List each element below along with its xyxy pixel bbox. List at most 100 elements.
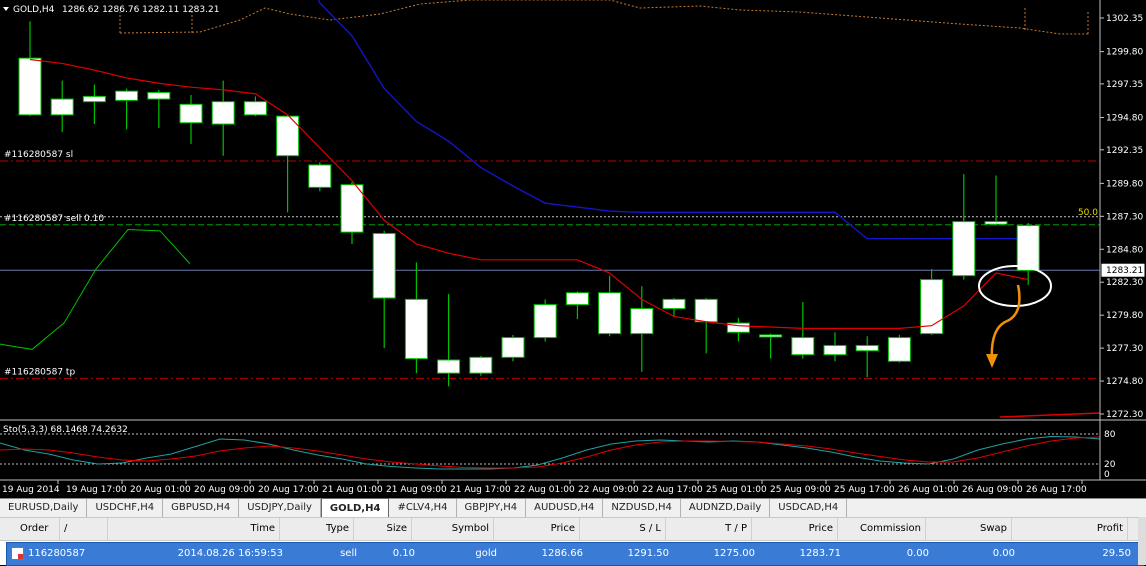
price-label: 1302.35	[1106, 14, 1143, 24]
candlestick[interactable]	[340, 184, 364, 233]
tab-audusd-h4[interactable]: AUDUSD,H4	[526, 499, 604, 517]
column-header-11[interactable]: Commission	[838, 518, 926, 540]
tab-usdjpy-daily[interactable]: USDJPY,Daily	[239, 499, 321, 517]
profit-cell: 29.50	[1102, 548, 1131, 559]
table-row[interactable]: 116280587 2014.08.26 16:59:53 sell 0.10 …	[6, 542, 1144, 566]
chart-title: GOLD,H4	[13, 5, 55, 15]
tab-nzdusd-h4[interactable]: NZDUSD,H4	[603, 499, 681, 517]
type-cell: sell	[340, 548, 357, 559]
candlestick[interactable]	[437, 359, 461, 374]
candlestick[interactable]	[598, 292, 622, 335]
time-label: 20 Aug 01:00	[130, 485, 191, 495]
time-label: 22 Aug 17:00	[642, 485, 703, 495]
candlestick[interactable]	[533, 304, 557, 339]
time-label: 19 Aug 17:00	[66, 485, 127, 495]
tab-eurusd-daily[interactable]: EURUSD,Daily	[0, 499, 88, 517]
candlestick[interactable]	[469, 356, 493, 374]
candlestick[interactable]	[662, 298, 686, 310]
tab-gold-h4[interactable]: GOLD,H4	[320, 498, 390, 519]
trade-table-header: Order / Time Type Size Symbol Price S / LT / PP…	[0, 517, 1146, 541]
current-price-cell: 1283.71	[799, 548, 841, 559]
chart-tabs: EURUSD,Daily USDCHF,H4 GBPUSD,H4 USDJPY,Dai…	[0, 498, 1146, 519]
terminal-trade-panel: Order / Time Type Size Symbol Price S / LT / PP…	[0, 517, 1146, 566]
candlestick[interactable]	[791, 337, 815, 356]
time-label: 22 Aug 01:00	[514, 485, 575, 495]
size-cell: 0.10	[392, 548, 415, 559]
price-label: 1272.30	[1106, 410, 1143, 420]
candlestick[interactable]	[82, 95, 106, 103]
column-header-4[interactable]: Type	[280, 518, 354, 540]
stoch-label: Sto(5,3,3) 68.1468 74.2632	[3, 425, 128, 435]
tab-audnzd-daily[interactable]: AUDNZD,Daily	[681, 499, 771, 517]
candlestick[interactable]	[887, 337, 911, 362]
price-cell: 1286.66	[541, 548, 583, 559]
sell-order-icon	[11, 546, 24, 560]
column-header-7[interactable]: Price	[494, 518, 580, 540]
vertical-scrollbar[interactable]	[1138, 517, 1146, 565]
candlestick[interactable]	[372, 232, 396, 299]
order-cell: 116280587	[7, 543, 115, 565]
tab--clv4-h4[interactable]: #CLV4,H4	[389, 499, 457, 517]
candlestick[interactable]	[147, 91, 171, 100]
column-header-13[interactable]: Profit	[1012, 518, 1128, 540]
candlestick[interactable]	[1016, 225, 1040, 271]
tab-gbpjpy-h4[interactable]: GBPJPY,H4	[457, 499, 527, 517]
current-price-label: 1283.21	[1106, 266, 1143, 276]
time-label: 21 Aug 01:00	[322, 485, 383, 495]
candlestick[interactable]	[759, 334, 783, 338]
column-header-5[interactable]: Size	[354, 518, 412, 540]
price-label: 1289.80	[1106, 179, 1143, 189]
time-label: 25 Aug 17:00	[834, 485, 895, 495]
column-header-10[interactable]: Price	[752, 518, 838, 540]
tp-line-label: #116280587 tp	[4, 367, 75, 377]
candlestick[interactable]	[404, 298, 428, 360]
price-chart[interactable]: #116280587 sl #116280587 sell 0.10 #116280…	[0, 0, 1146, 497]
time-label: 26 Aug 09:00	[962, 485, 1023, 495]
column-header-2[interactable]: /	[60, 518, 108, 540]
candlestick[interactable]	[179, 103, 203, 124]
candlestick[interactable]	[952, 221, 976, 277]
candlestick[interactable]	[565, 292, 589, 306]
price-label: 1292.35	[1106, 146, 1143, 156]
candlestick[interactable]	[243, 101, 267, 116]
column-header-9[interactable]: T / P	[666, 518, 752, 540]
time-label: 20 Aug 17:00	[258, 485, 319, 495]
column-header-1[interactable]: Order	[0, 518, 60, 540]
tab-usdcad-h4[interactable]: USDCAD,H4	[770, 499, 848, 517]
sell-line-label: #116280587 sell 0.10	[4, 214, 104, 224]
time-label: 19 Aug 2014	[2, 485, 60, 495]
candlestick[interactable]	[50, 98, 74, 116]
sl-line-label: #116280587 sl	[4, 150, 73, 160]
candlestick[interactable]	[18, 57, 42, 116]
candlestick[interactable]	[984, 221, 1008, 225]
stoch-level-0-label: 0	[1104, 470, 1110, 480]
price-label: 1297.35	[1106, 80, 1143, 90]
tp-cell: 1275.00	[713, 548, 755, 559]
swap-cell: 0.00	[992, 548, 1015, 559]
column-header-3[interactable]: Time	[108, 518, 280, 540]
candlestick[interactable]	[855, 344, 879, 352]
column-header-6[interactable]: Symbol	[412, 518, 494, 540]
price-label: 1299.80	[1106, 48, 1143, 58]
candlestick[interactable]	[501, 337, 525, 358]
level-50-label: 50.0	[1078, 208, 1098, 218]
candlestick[interactable]	[630, 308, 654, 335]
stoch-level-80-label: 80	[1104, 430, 1116, 440]
column-header-8[interactable]: S / L	[580, 518, 666, 540]
candlestick[interactable]	[115, 90, 139, 101]
price-label: 1294.80	[1106, 113, 1143, 123]
time-label: 22 Aug 09:00	[578, 485, 639, 495]
tab-usdchf-h4[interactable]: USDCHF,H4	[87, 499, 164, 517]
column-header-12[interactable]: Swap	[926, 518, 1012, 540]
time-label: 25 Aug 01:00	[706, 485, 767, 495]
candlestick[interactable]	[308, 164, 332, 188]
candlestick[interactable]	[694, 298, 718, 323]
candlestick[interactable]	[211, 101, 235, 125]
candlestick[interactable]	[823, 344, 847, 356]
time-cell: 2014.08.26 16:59:53	[177, 548, 283, 559]
time-label: 20 Aug 09:00	[194, 485, 255, 495]
tab-gbpusd-h4[interactable]: GBPUSD,H4	[163, 499, 240, 517]
price-label: 1277.30	[1106, 344, 1143, 354]
stoch-level-20-label: 20	[1104, 460, 1116, 470]
price-label: 1282.30	[1106, 278, 1143, 288]
